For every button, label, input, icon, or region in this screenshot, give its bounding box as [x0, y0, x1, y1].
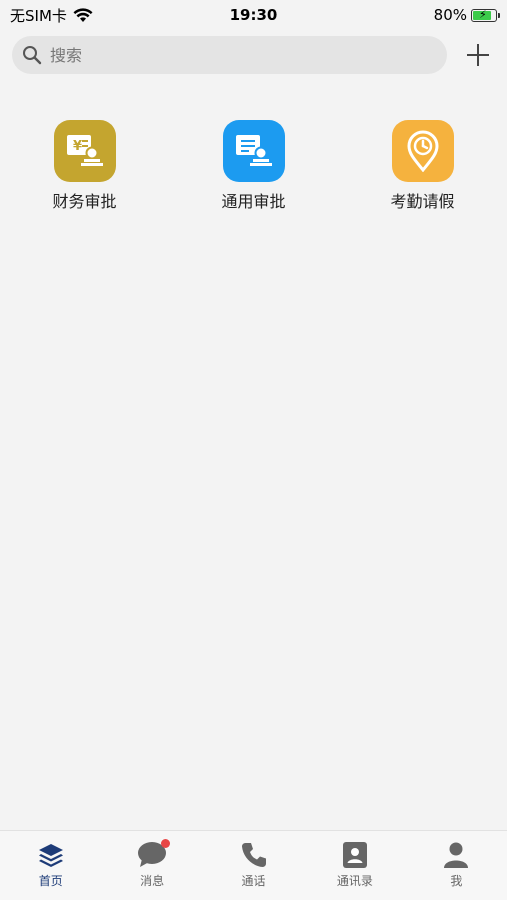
status-left: 无SIM卡: [10, 5, 93, 26]
wifi-icon: [73, 7, 93, 22]
app-grid: ¥ 财务审批 通用审批 考勤请假: [0, 120, 507, 212]
app-label: 考勤请假: [390, 192, 455, 211]
contacts-icon: [342, 842, 367, 868]
tab-label: 通讯录: [336, 874, 373, 888]
tab-label: 消息: [140, 874, 165, 888]
battery-icon: ⚡: [471, 7, 500, 22]
tab-home[interactable]: 首页: [0, 831, 101, 900]
attendance-leave-icon: [391, 120, 454, 182]
tab-contacts[interactable]: 通讯录: [304, 831, 405, 900]
home-layers-icon: [38, 844, 63, 867]
app-attendance-leave[interactable]: 考勤请假: [338, 120, 507, 212]
battery-percent: 80%: [433, 6, 467, 24]
tab-label: 通话: [241, 874, 266, 888]
finance-approval-icon: ¥: [53, 120, 116, 182]
phone-icon: [241, 843, 266, 867]
app-label: 通用审批: [221, 192, 286, 211]
search-icon: [23, 46, 42, 65]
app-general-approval[interactable]: 通用审批: [169, 120, 338, 212]
search-row: [12, 35, 495, 75]
status-right: 80% ⚡: [433, 6, 500, 24]
svg-text:¥: ¥: [73, 139, 82, 154]
charging-bolt-icon: ⚡: [479, 7, 487, 21]
tab-label: 首页: [38, 874, 63, 888]
add-button[interactable]: [465, 42, 491, 68]
tab-calls[interactable]: 通话: [203, 831, 304, 900]
profile-icon: [444, 842, 469, 868]
app-finance-approval[interactable]: ¥ 财务审批: [0, 120, 169, 212]
search-box[interactable]: [12, 36, 447, 74]
tab-bar: 首页 消息 通话 通讯录 我: [0, 830, 507, 900]
general-approval-icon: [222, 120, 285, 182]
unread-badge: [161, 839, 171, 848]
tab-me[interactable]: 我: [406, 831, 507, 900]
tab-messages[interactable]: 消息: [101, 831, 202, 900]
status-bar: 无SIM卡 19:30 80% ⚡: [0, 0, 507, 30]
carrier-text: 无SIM卡: [10, 6, 67, 25]
tab-label: 我: [450, 874, 463, 888]
search-input[interactable]: [50, 45, 410, 65]
app-label: 财务审批: [52, 192, 117, 211]
